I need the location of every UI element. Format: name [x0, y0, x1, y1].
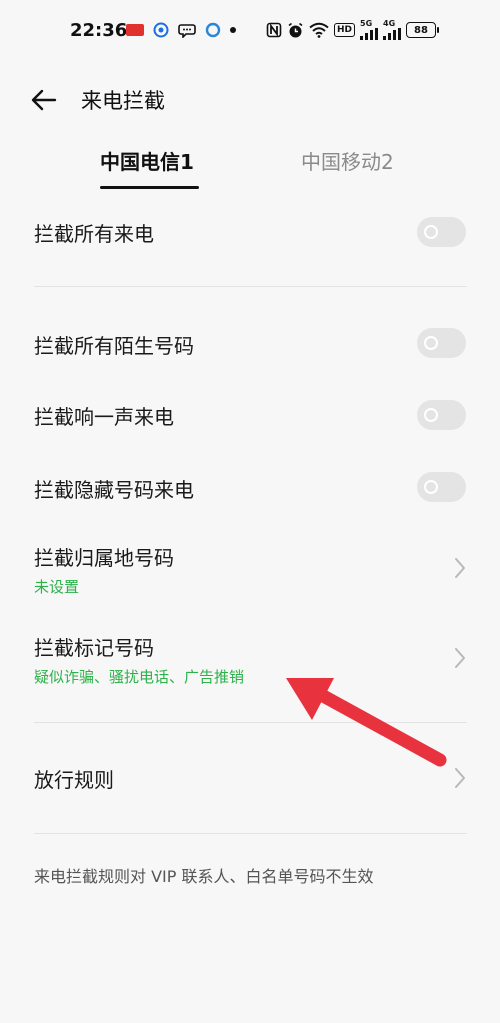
row-block-all-calls[interactable]: 拦截所有来电: [0, 208, 500, 256]
toutiao-app-icon: [126, 24, 144, 36]
system-icons: HD 5G 4G 88: [266, 20, 444, 40]
block-hidden-toggle[interactable]: [417, 472, 466, 502]
toggle-knob: [424, 480, 438, 494]
compass-app-icon: [153, 22, 169, 38]
back-button[interactable]: [28, 84, 60, 116]
footer-note: 来电拦截规则对 VIP 联系人、白名单号码不生效: [34, 867, 374, 886]
row-block-strangers[interactable]: 拦截所有陌生号码: [0, 320, 500, 368]
chat-bubble-icon: [178, 22, 196, 38]
row-sublabel: 疑似诈骗、骚扰电话、广告推销: [34, 668, 245, 686]
signal-5g-icon: 5G: [360, 20, 379, 40]
row-block-location[interactable]: 拦截归属地号码 未设置: [0, 532, 500, 606]
toggle-knob: [424, 336, 438, 350]
blue-app-icon: [205, 22, 221, 38]
row-label: 拦截归属地号码: [34, 546, 174, 570]
status-time: 22:36: [70, 20, 128, 41]
call-blocking-screen: 22:36 HD 5G 4G 88 来电拦截 中国电信1 中国移动2 拦截所有来…: [0, 0, 500, 1023]
tab-sim-1[interactable]: 中国电信1: [100, 146, 194, 175]
block-all-calls-toggle[interactable]: [417, 217, 466, 247]
wifi-icon: [309, 22, 329, 38]
status-bar: 22:36 HD 5G 4G 88: [0, 0, 500, 62]
block-one-ring-toggle[interactable]: [417, 400, 466, 430]
alarm-icon: [287, 22, 304, 39]
row-label: 拦截标记号码: [34, 636, 154, 660]
tab-active-indicator: [100, 186, 199, 189]
section-divider: [34, 833, 467, 834]
row-label: 放行规则: [34, 768, 114, 792]
row-label: 拦截所有来电: [34, 222, 154, 246]
battery-level: 88: [406, 22, 437, 38]
sim-tabs: 中国电信1 中国移动2: [0, 140, 500, 194]
row-block-one-ring[interactable]: 拦截响一声来电: [0, 391, 500, 439]
annotation-arrow-icon: [286, 678, 447, 767]
row-label: 拦截响一声来电: [34, 405, 174, 429]
app-header: 来电拦截: [0, 72, 500, 128]
row-label: 拦截隐藏号码来电: [34, 478, 194, 502]
back-arrow-icon: [31, 89, 57, 111]
tab-sim-2[interactable]: 中国移动2: [301, 146, 394, 175]
block-strangers-toggle[interactable]: [417, 328, 466, 358]
nfc-icon: [266, 22, 282, 38]
battery-icon: 88: [406, 22, 440, 38]
signal-4g-icon: 4G: [383, 20, 402, 40]
chevron-right-icon: [452, 556, 468, 580]
more-notifications-dot: [230, 27, 236, 33]
toggle-knob: [424, 408, 438, 422]
row-label: 拦截所有陌生号码: [34, 334, 194, 358]
toggle-knob: [424, 225, 438, 239]
hd-voice-icon: HD: [334, 23, 356, 37]
row-sublabel: 未设置: [34, 578, 80, 596]
page-title: 来电拦截: [81, 89, 165, 113]
section-divider: [34, 286, 467, 287]
row-block-hidden[interactable]: 拦截隐藏号码来电: [0, 464, 500, 512]
chevron-right-icon: [452, 646, 468, 670]
notification-icons: [126, 22, 245, 38]
